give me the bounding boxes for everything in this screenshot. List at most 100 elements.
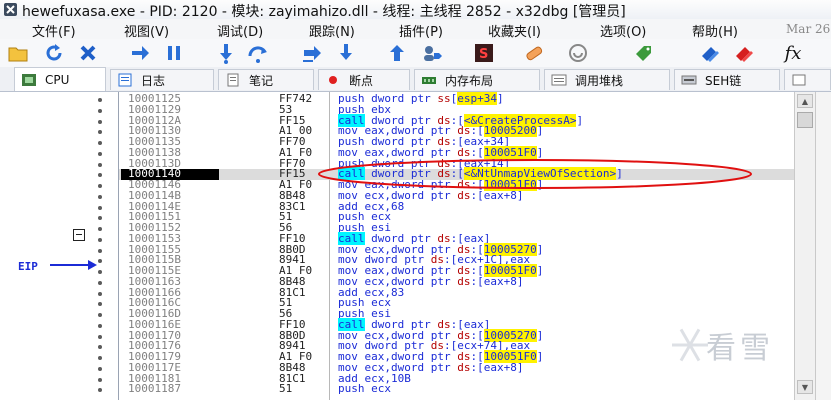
breakpoint-dot-icon[interactable] bbox=[98, 388, 102, 393]
breakpoint-dot-icon[interactable] bbox=[98, 184, 102, 188]
tab-breakpoints[interactable]: 断点 bbox=[318, 69, 410, 90]
window-title: hewefuxasa.exe - PID: 2120 - 模块: zayimah… bbox=[22, 4, 626, 20]
menu-debug[interactable]: 调试(D) bbox=[217, 21, 263, 40]
breakpoint-dot-icon[interactable] bbox=[98, 237, 102, 242]
scroll-down-icon[interactable]: ▼ bbox=[797, 380, 813, 394]
operand-part: ] bbox=[536, 264, 544, 277]
disasm-row[interactable]: 10001181 81C1 add ecx,10B bbox=[119, 373, 795, 385]
instruction-bytes: 81C1 bbox=[279, 287, 306, 299]
instruction-bytes: FF742 bbox=[279, 94, 313, 105]
breakpoint-dot-icon[interactable] bbox=[98, 345, 102, 350]
patch-icon[interactable] bbox=[522, 41, 546, 65]
instruction-bytes: FF10 bbox=[279, 233, 306, 245]
instruction-bytes: 8B48 bbox=[279, 362, 306, 374]
collapse-box-icon[interactable] bbox=[73, 229, 85, 241]
breakpoint-dot-icon[interactable] bbox=[98, 194, 102, 199]
annotation-ellipse bbox=[318, 159, 752, 189]
operand-part: :[eax+8] bbox=[470, 360, 524, 374]
run-icon[interactable] bbox=[128, 41, 152, 65]
restart-icon[interactable] bbox=[42, 41, 66, 65]
functions-icon[interactable] bbox=[732, 41, 756, 65]
breakpoint-dot-icon[interactable] bbox=[98, 323, 102, 328]
disasm-row[interactable]: 10001187 51 push ecx bbox=[119, 382, 795, 396]
operand-part: ds bbox=[457, 360, 471, 374]
disasm-row[interactable]: 10001151 51 push ecx bbox=[119, 211, 795, 223]
step-into-icon[interactable] bbox=[214, 41, 238, 65]
disasm-row[interactable]: 10001125 FF742 push dword ptr ss[esp+34] bbox=[119, 92, 795, 105]
breakpoint-dot-icon[interactable] bbox=[98, 302, 102, 307]
expression-fx-button[interactable]: fx bbox=[778, 41, 808, 65]
breakpoint-dot-icon[interactable] bbox=[98, 280, 102, 285]
breakpoint-dot-icon[interactable] bbox=[98, 313, 102, 317]
scroll-up-icon[interactable]: ▲ bbox=[797, 94, 813, 108]
breakpoint-dot-icon[interactable] bbox=[98, 291, 102, 296]
instruction-bytes: 51 bbox=[279, 298, 293, 310]
breakpoint-dot-icon[interactable] bbox=[98, 377, 102, 382]
breakpoint-dot-icon[interactable] bbox=[98, 162, 102, 167]
tab-overflow[interactable] bbox=[784, 69, 831, 90]
trace-over-icon[interactable] bbox=[334, 41, 358, 65]
breakpoint-dot-icon[interactable] bbox=[98, 356, 102, 360]
breakpoint-dot-icon[interactable] bbox=[98, 98, 102, 102]
tab-cpu[interactable]: CPU bbox=[14, 67, 106, 91]
breakpoint-dot-icon[interactable] bbox=[98, 130, 102, 135]
bookmarks-icon[interactable] bbox=[698, 41, 722, 65]
labels-icon[interactable] bbox=[632, 41, 656, 65]
breakpoint-dot-icon[interactable] bbox=[98, 151, 102, 156]
branch-gutter: EIP bbox=[0, 92, 118, 400]
disasm-row[interactable]: 10001166 81C1 add ecx,83 bbox=[119, 287, 795, 299]
menu-favourites[interactable]: 收藏夹(I) bbox=[488, 21, 541, 40]
tab-label: CPU bbox=[45, 72, 70, 87]
scroll-thumb[interactable] bbox=[797, 112, 813, 128]
breakpoint-dot-icon[interactable] bbox=[98, 108, 102, 113]
tab-memory-map[interactable]: 内存布局 bbox=[414, 69, 540, 90]
menu-plugins[interactable]: 插件(P) bbox=[399, 21, 443, 40]
instruction-bytes: A1 F0 bbox=[279, 147, 313, 159]
instruction-bytes: 53 bbox=[279, 104, 293, 116]
tab-label: 内存布局 bbox=[445, 73, 494, 88]
menu-options[interactable]: 选项(O) bbox=[600, 21, 646, 40]
menu-trace[interactable]: 跟踪(N) bbox=[309, 21, 355, 40]
breakpoint-dot-icon[interactable] bbox=[98, 227, 102, 231]
tab-label: 断点 bbox=[349, 73, 374, 88]
scylla-icon[interactable]: S bbox=[472, 41, 496, 65]
instruction-mnemonic: push bbox=[338, 382, 365, 396]
breakpoint-dot-icon[interactable] bbox=[98, 248, 102, 253]
tab-notes[interactable]: 笔记 bbox=[218, 69, 314, 90]
tab-log[interactable]: 日志 bbox=[110, 69, 214, 90]
menu-help[interactable]: 帮助(H) bbox=[692, 21, 738, 40]
breakpoint-dot-icon[interactable] bbox=[98, 205, 102, 210]
disasm-row[interactable]: 1000116C 51 push ecx bbox=[119, 297, 795, 310]
breakpoint-dot-icon[interactable] bbox=[98, 270, 102, 274]
menu-view[interactable]: 视图(V) bbox=[124, 21, 169, 40]
instruction-bytes: FF70 bbox=[279, 137, 306, 148]
seh-chain-icon bbox=[681, 73, 697, 87]
open-folder-icon[interactable] bbox=[6, 41, 30, 65]
tab-call-stack[interactable]: 调用堆栈 bbox=[544, 69, 670, 90]
instruction-bytes: A1 00 bbox=[279, 126, 313, 138]
disasm-row[interactable]: 10001163 8B48 mov ecx,dword ptr ds:[eax+8] bbox=[119, 274, 795, 288]
breakpoint-dot-icon[interactable] bbox=[98, 119, 102, 124]
tab-seh-chain[interactable]: SEH链 bbox=[674, 69, 780, 90]
execute-till-return-icon[interactable] bbox=[385, 41, 409, 65]
breakpoint-dot-icon[interactable] bbox=[98, 141, 102, 145]
breakpoint-dot-icon[interactable] bbox=[98, 366, 102, 371]
step-over-icon[interactable] bbox=[246, 41, 270, 65]
eip-label: EIP bbox=[18, 260, 38, 273]
breakpoint-dot-icon[interactable] bbox=[98, 334, 102, 339]
pause-icon[interactable] bbox=[162, 41, 186, 65]
comments-icon[interactable] bbox=[566, 41, 590, 65]
trace-into-icon[interactable] bbox=[300, 41, 324, 65]
disasm-row[interactable]: 1000114E 83C1 add ecx,68 bbox=[119, 201, 795, 213]
instruction-bytes: 56 bbox=[279, 309, 293, 320]
instruction-bytes: 8B48 bbox=[279, 276, 306, 288]
breakpoint-dot-icon[interactable] bbox=[98, 173, 102, 178]
breakpoint-dot-icon[interactable] bbox=[98, 259, 102, 264]
close-icon[interactable] bbox=[76, 41, 100, 65]
menu-file[interactable]: 文件(F) bbox=[32, 21, 76, 40]
operand-part: ] bbox=[536, 350, 544, 363]
disasm-row[interactable]: 1000114B 8B48 mov ecx,dword ptr ds:[eax+8] bbox=[119, 190, 795, 202]
run-to-user-code-icon[interactable] bbox=[420, 41, 444, 65]
breakpoint-dot-icon[interactable] bbox=[98, 216, 102, 221]
operand-part: ds bbox=[457, 274, 471, 288]
